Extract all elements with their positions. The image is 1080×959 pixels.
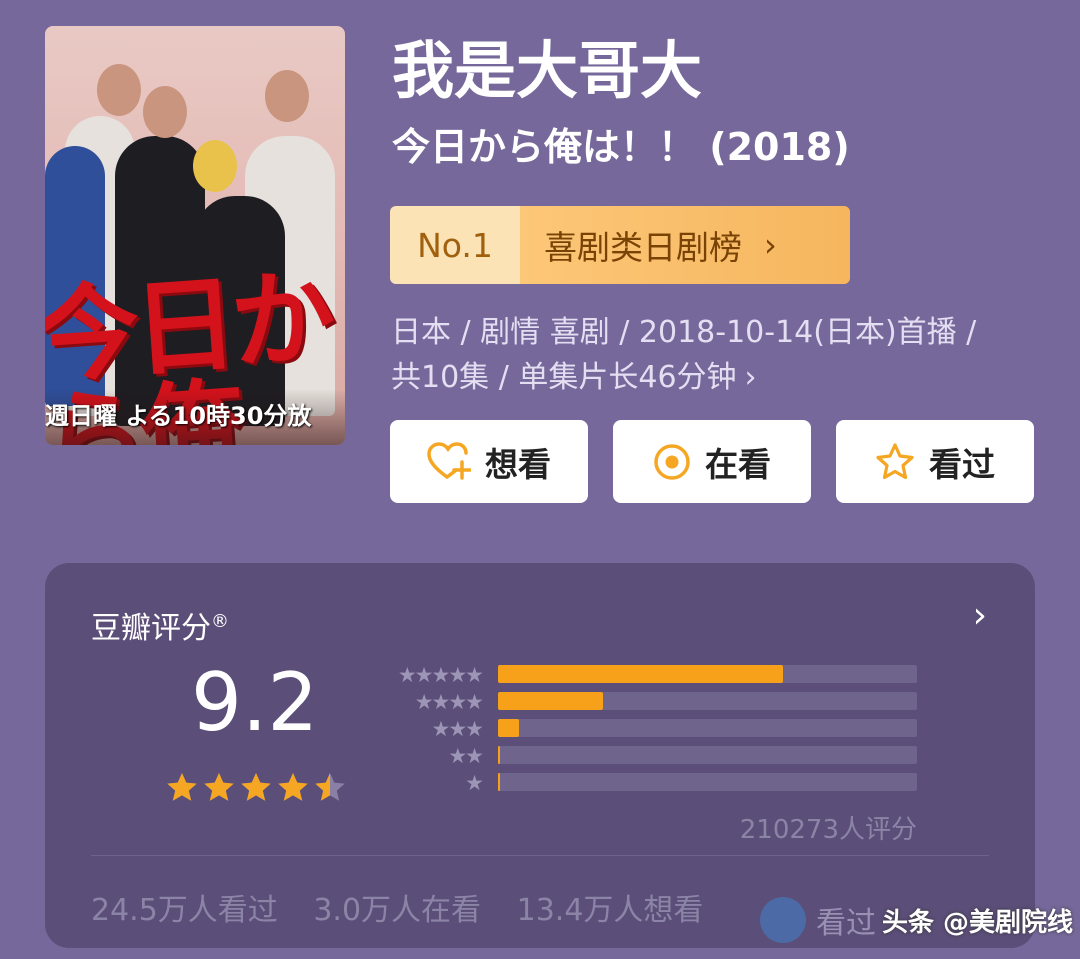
rating-label-text: 豆瓣评分 — [91, 611, 211, 646]
rating-bar-stars: ★★ — [448, 744, 484, 768]
watching-count[interactable]: 3.0万人在看 — [313, 893, 481, 928]
ranking-badge[interactable]: No.1 喜剧类日剧榜 › — [390, 206, 850, 284]
show-meta-info[interactable]: 日本 / 剧情 喜剧 / 2018-10-14(日本)首播 / 共10集 / 单… — [391, 310, 1031, 400]
meta-line-1: 日本 / 剧情 喜剧 / 2018-10-14(日本)首播 / — [391, 315, 977, 350]
rating-bar-track — [498, 773, 917, 791]
watching-label: 在看 — [705, 444, 771, 484]
original-title: 今日から俺は！！ (2018) — [392, 125, 850, 169]
rating-bar-row: ★★★★ — [375, 690, 920, 714]
meta-line-2-text: 共10集 / 单集片长46分钟 — [391, 360, 737, 395]
star-filled-icon — [241, 773, 271, 801]
poster-image[interactable]: 今日から俺 週日曜 よる10時30分放 — [45, 26, 345, 445]
rating-bar-stars: ★★★★ — [414, 690, 484, 714]
rating-bar-track — [498, 746, 917, 764]
watched-label: 看过 — [929, 444, 995, 484]
registered-mark: ® — [211, 611, 229, 632]
poster-head — [143, 86, 187, 138]
star-filled-icon — [278, 773, 308, 801]
rating-bar-fill — [498, 692, 603, 710]
poster-broadcast-band: 週日曜 よる10時30分放 — [45, 389, 345, 445]
want-to-watch-button[interactable]: 想看 — [390, 420, 588, 503]
rating-label: 豆瓣评分® — [91, 603, 229, 647]
poster-broadcast-text: 週日曜 よる10時30分放 — [45, 402, 312, 430]
ranking-list-link[interactable]: 喜剧类日剧榜 › — [520, 206, 850, 284]
target-circle-icon — [654, 443, 690, 480]
rating-bar-row: ★★★ — [375, 717, 920, 741]
rating-bar-track — [498, 665, 917, 683]
star-filled-icon — [167, 773, 197, 801]
meta-line-2: 共10集 / 单集片长46分钟 › — [391, 355, 1031, 400]
poster-head — [265, 70, 309, 122]
rating-bar-fill — [498, 746, 501, 764]
rating-bar-fill — [498, 665, 783, 683]
rating-bar-stars: ★★★★★ — [397, 663, 484, 687]
watermark-text: 头条 @美剧院线 — [882, 907, 1074, 938]
rating-count[interactable]: 210273人评分 — [740, 809, 917, 846]
poster-head — [97, 64, 141, 116]
watermark: 看过 头条 @美剧院线 — [760, 895, 1073, 945]
chevron-right-icon: › — [764, 226, 777, 264]
rating-bar-track — [498, 692, 917, 710]
rating-more-chevron-icon[interactable]: › — [973, 595, 987, 636]
ranking-number: No.1 — [390, 206, 520, 284]
rating-score: 9.2 — [191, 656, 319, 749]
rating-bar-track — [498, 719, 917, 737]
divider — [91, 855, 989, 856]
rating-bar-stars: ★ — [465, 771, 484, 795]
star-rating — [165, 771, 347, 805]
chevron-right-icon: › — [744, 360, 757, 395]
rating-bar-stars: ★★★ — [431, 717, 485, 741]
rating-bar-fill — [498, 719, 519, 737]
watched-count[interactable]: 24.5万人看过 — [91, 893, 278, 928]
want-count[interactable]: 13.4万人想看 — [517, 893, 704, 928]
heart-plus-icon — [427, 441, 471, 480]
watermark-ghost-text: 看过 — [816, 906, 876, 941]
rating-bar-fill — [498, 773, 501, 791]
watched-button[interactable]: 看过 — [836, 420, 1034, 503]
page-title: 我是大哥大 — [392, 34, 703, 107]
star-outline-icon — [876, 442, 914, 479]
audience-stats: 24.5万人看过 3.0万人在看 13.4万人想看 — [91, 885, 729, 929]
want-to-watch-label: 想看 — [485, 444, 551, 484]
star-half-icon — [315, 773, 345, 801]
rating-bar-row: ★ — [375, 771, 920, 795]
ranking-list-label: 喜剧类日剧榜 — [544, 228, 742, 267]
avatar — [760, 897, 806, 943]
douban-rating-card: 豆瓣评分® › 9.2 ★★★★★ ★★★★ ★★★ ★★ ★ 210273人评分 24… — [45, 563, 1035, 948]
star-filled-icon — [204, 773, 234, 801]
rating-bar-row: ★★★★★ — [375, 663, 920, 687]
watching-button[interactable]: 在看 — [613, 420, 811, 503]
rating-bar-row: ★★ — [375, 744, 920, 768]
poster-head — [193, 140, 237, 192]
